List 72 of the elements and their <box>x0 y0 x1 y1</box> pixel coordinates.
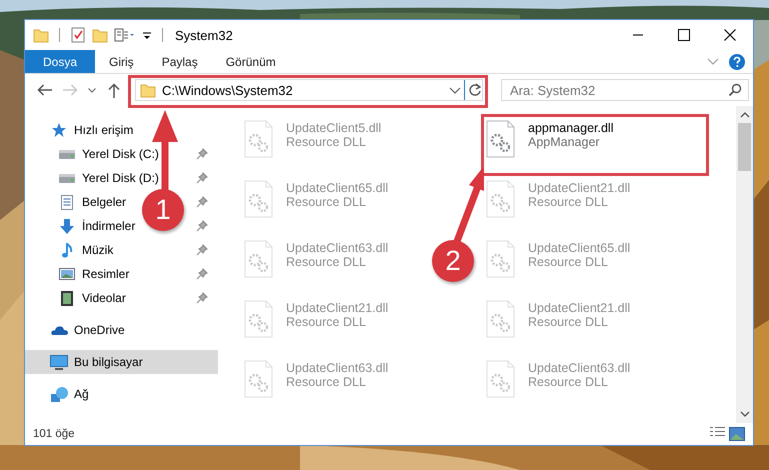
chevron-down-icon[interactable] <box>449 86 461 94</box>
ribbon-tab[interactable]: Giriş <box>95 50 148 73</box>
image-icon <box>59 268 75 280</box>
sidebar-item[interactable]: Resimler <box>25 262 218 286</box>
minimize-icon <box>633 34 643 36</box>
sidebar-item[interactable]: Yerel Disk (D:) <box>25 166 218 190</box>
sidebar-item[interactable]: Hızlı erişim <box>25 118 218 142</box>
drive-icon <box>59 174 75 182</box>
dll-file-icon[interactable] <box>244 120 274 158</box>
file-type: Resource DLL <box>528 255 609 269</box>
ribbon-tab[interactable]: Görünüm <box>212 50 290 73</box>
scroll-up-icon[interactable] <box>740 110 750 120</box>
dll-file-icon[interactable] <box>486 120 516 158</box>
file-type: Resource DLL <box>286 375 367 389</box>
ribbon-tab[interactable]: Paylaş <box>148 50 212 73</box>
large-icons-view-icon[interactable] <box>729 427 745 441</box>
network-icon <box>50 386 68 402</box>
sidebar-item[interactable]: Ağ <box>25 382 218 406</box>
chevron-down-icon <box>88 88 96 92</box>
music-note-icon <box>62 242 72 258</box>
ribbon-tab[interactable]: Dosya <box>25 50 96 73</box>
folder-icon[interactable] <box>92 27 108 43</box>
file-name[interactable]: appmanager.dll <box>528 121 614 135</box>
close-icon <box>724 29 736 41</box>
sidebar-item[interactable]: Yerel Disk (C:) <box>25 142 218 166</box>
details-view-icon[interactable] <box>710 427 725 436</box>
dll-file-icon[interactable] <box>486 180 516 218</box>
item-count: 101 öğe <box>33 428 75 440</box>
monitor-icon <box>50 354 68 370</box>
folder-icon <box>140 82 156 98</box>
sidebar-item[interactable]: Müzik <box>25 238 218 262</box>
file-type: Resource DLL <box>528 195 609 209</box>
dll-file-icon[interactable] <box>244 240 274 278</box>
file-type: Resource DLL <box>286 195 367 209</box>
download-arrow-icon <box>60 218 74 234</box>
sidebar-item[interactable]: Bu bilgisayar <box>25 350 218 374</box>
properties-icon[interactable] <box>114 27 136 43</box>
forward-arrow-icon <box>62 84 78 96</box>
window-title: System32 <box>175 28 233 42</box>
cloud-icon <box>50 325 68 335</box>
file-type: Resource DLL <box>286 255 367 269</box>
star-icon <box>51 122 67 138</box>
scroll-down-icon[interactable] <box>740 409 750 419</box>
document-icon <box>61 194 73 210</box>
dll-file-icon[interactable] <box>244 180 274 218</box>
refresh-icon[interactable] <box>468 83 482 97</box>
dll-file-icon[interactable] <box>486 300 516 338</box>
back-arrow-icon <box>36 84 52 96</box>
dll-file-icon[interactable] <box>244 300 274 338</box>
search-field[interactable]: Ara: System32 <box>501 79 749 101</box>
dll-file-icon[interactable] <box>244 360 274 398</box>
search-input[interactable]: Ara: System32 <box>510 82 728 98</box>
address-input[interactable]: C:\Windows\System32 <box>162 82 443 98</box>
dll-file-icon[interactable] <box>486 360 516 398</box>
file-type: Resource DLL <box>528 315 609 329</box>
folder-icon[interactable] <box>33 27 49 43</box>
checklist-icon[interactable] <box>70 27 86 43</box>
help-icon[interactable] <box>729 54 745 70</box>
scrollbar-thumb[interactable] <box>738 123 751 171</box>
film-icon <box>61 290 73 306</box>
file-type: AppManager <box>528 135 601 149</box>
address-bar[interactable]: C:\Windows\System32 <box>135 79 483 101</box>
search-icon <box>728 83 742 97</box>
maximize-icon <box>678 29 690 41</box>
up-arrow-icon <box>108 82 120 98</box>
dll-file-icon[interactable] <box>486 240 516 278</box>
file-type: Resource DLL <box>528 375 609 389</box>
file-type: Resource DLL <box>286 315 367 329</box>
sidebar-item[interactable]: Videolar <box>25 286 218 310</box>
file-type: Resource DLL <box>286 135 367 149</box>
drive-icon <box>59 150 75 158</box>
sidebar-item[interactable]: OneDrive <box>25 318 218 342</box>
